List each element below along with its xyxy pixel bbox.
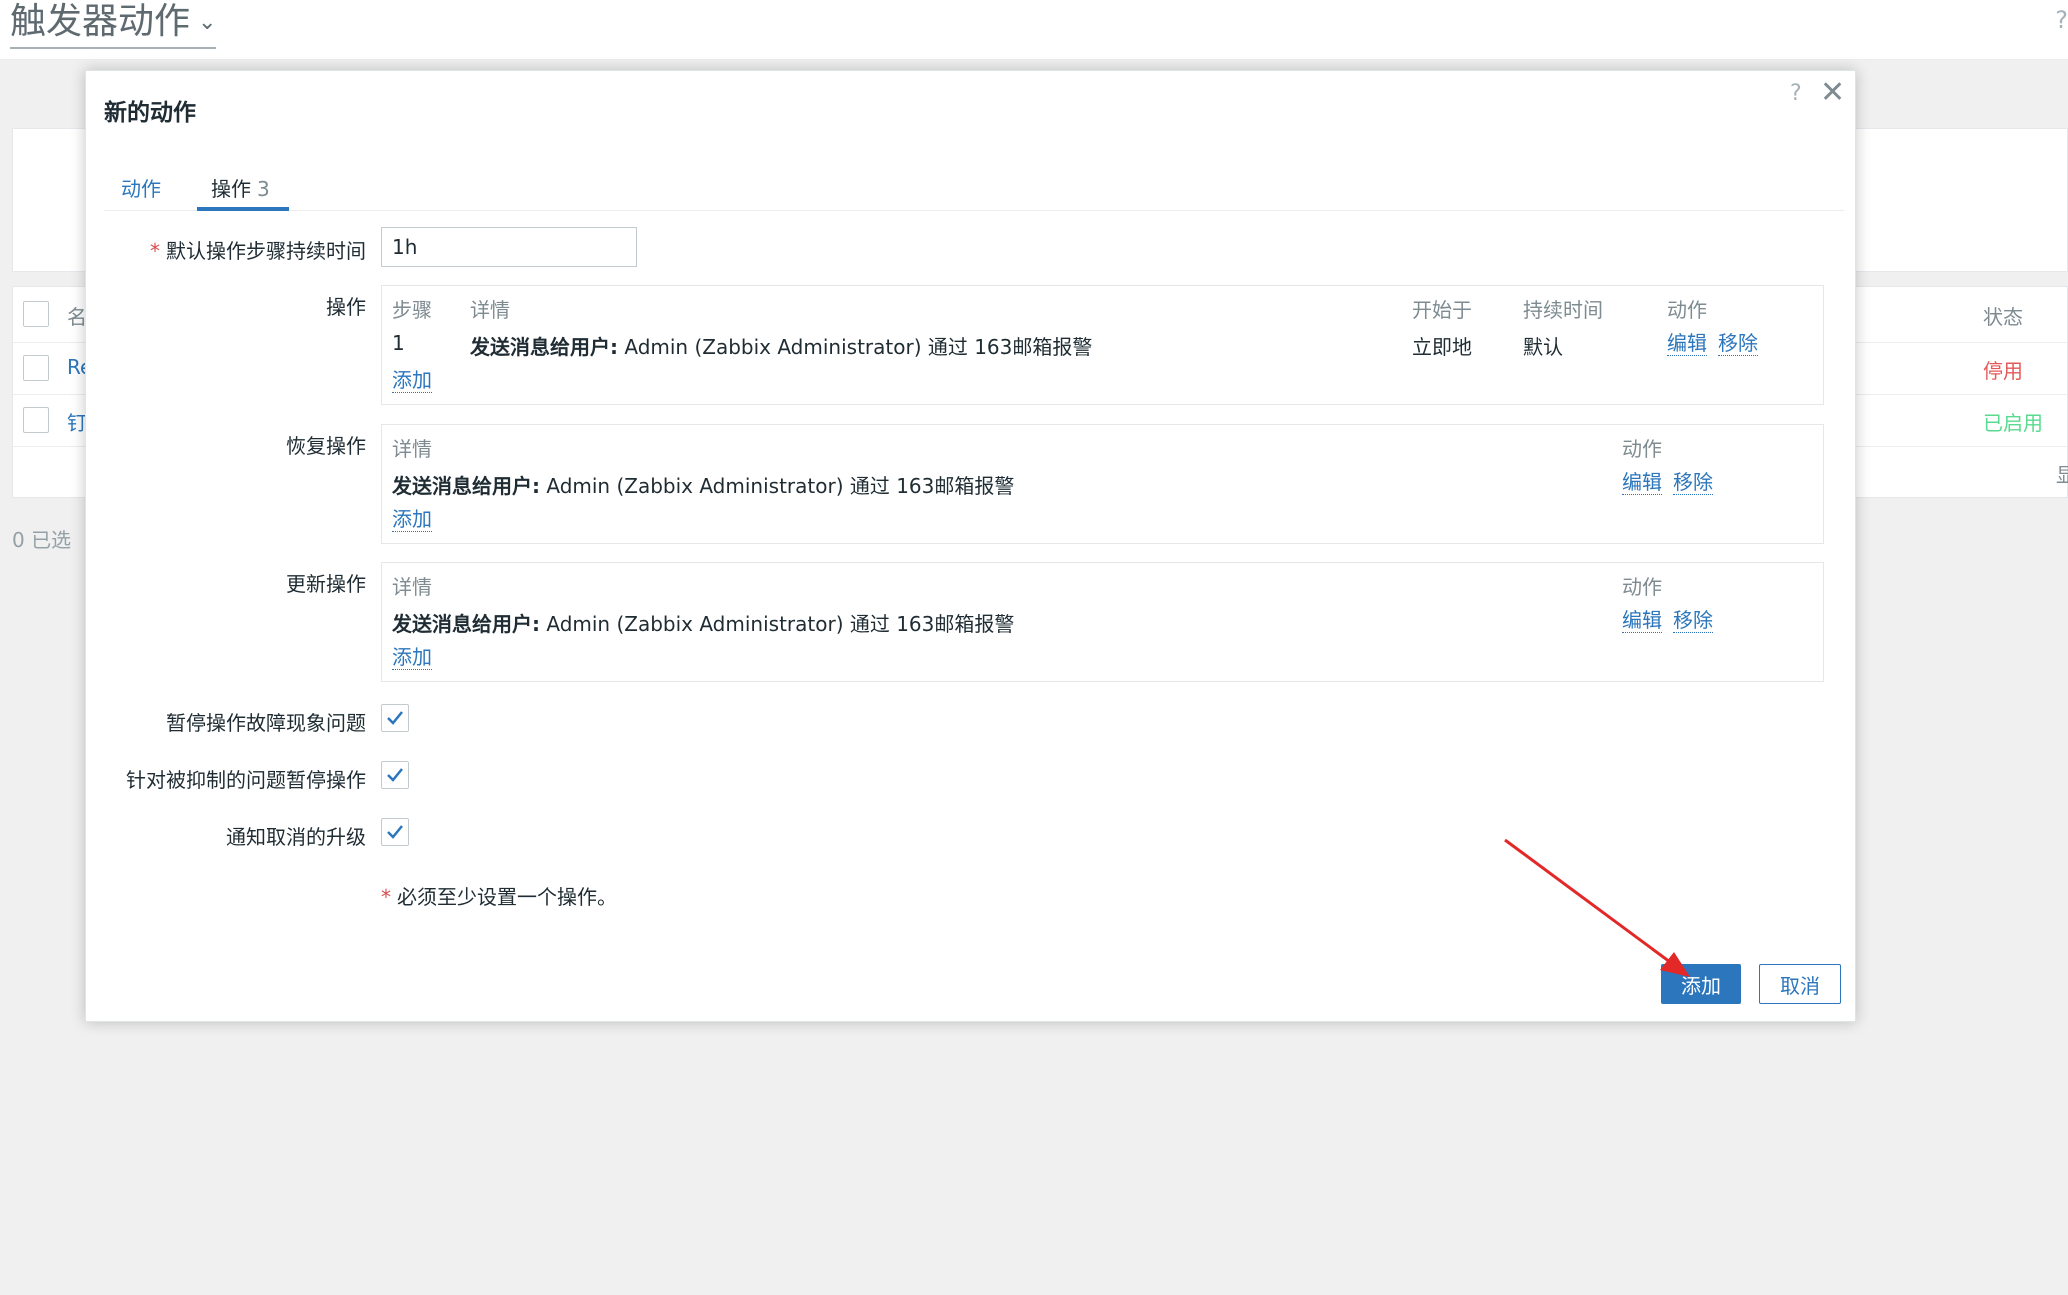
top-bar: 触发器动作 ⌄ ?: [0, 0, 2068, 60]
update-operations-table: 详情 动作 发送消息给用户: Admin (Zabbix Administrat…: [381, 562, 1824, 682]
tab-operations[interactable]: 操作 3: [197, 171, 289, 211]
row-checkbox[interactable]: [23, 355, 49, 381]
notify-cancelled-checkbox[interactable]: [381, 818, 409, 846]
help-icon[interactable]: ?: [1790, 81, 1802, 106]
header-name[interactable]: 名: [67, 301, 87, 330]
row-name-link[interactable]: 钉: [67, 407, 87, 436]
header-step: 步骤: [392, 298, 432, 322]
checkmark-icon: [387, 711, 403, 725]
update-details-text: Admin (Zabbix Administrator) 通过 163邮箱报警: [540, 612, 1015, 636]
header-status[interactable]: 状态: [1983, 301, 2023, 330]
help-icon[interactable]: ?: [2055, 6, 2068, 34]
required-note: * 必须至少设置一个操作。: [381, 881, 617, 910]
header-details: 详情: [392, 437, 432, 461]
header-start: 开始于: [1412, 298, 1472, 322]
paging-info: 显: [2056, 463, 2068, 487]
tab-action[interactable]: 动作: [121, 171, 167, 211]
new-action-dialog: 新的动作 ? ✕ 动作 操作3 *默认操作步骤持续时间 操作 步骤 详情 开始于…: [85, 70, 1856, 1022]
operations-table: 步骤 详情 开始于 持续时间 动作 1 发送消息给用户: Admin (Zabb…: [381, 285, 1824, 405]
recovery-operations-table: 详情 动作 发送消息给用户: Admin (Zabbix Administrat…: [381, 424, 1824, 544]
pause-symptoms-label: 暂停操作故障现象问题: [166, 711, 366, 735]
step-duration-label-text: 默认操作步骤持续时间: [166, 239, 366, 263]
checkmark-icon: [387, 825, 403, 839]
recovery-details: 发送消息给用户: Admin (Zabbix Administrator) 通过…: [392, 470, 1014, 499]
add-button[interactable]: 添加: [1661, 964, 1741, 1004]
op-duration-value: 默认: [1523, 335, 1563, 359]
chevron-down-icon: ⌄: [198, 10, 217, 35]
header-action: 动作: [1622, 437, 1662, 461]
tab-operations-label: 操作: [211, 177, 251, 201]
pause-suppressed-checkbox[interactable]: [381, 761, 409, 789]
row-status[interactable]: 停用: [1983, 355, 2023, 384]
update-add-link[interactable]: 添加: [392, 645, 432, 670]
op-details-text: Admin (Zabbix Administrator) 通过 163邮箱报警: [618, 335, 1093, 359]
tab-action-label: 动作: [121, 177, 161, 201]
step-duration-label: * 默认操作步骤持续时间: [86, 235, 366, 264]
header-duration: 持续时间: [1523, 298, 1603, 322]
operations-label: 操作: [326, 295, 366, 319]
op-add-link[interactable]: 添加: [392, 368, 432, 393]
op-details-bold: 发送消息给用户:: [470, 335, 618, 359]
header-details: 详情: [470, 298, 510, 322]
recovery-details-text: Admin (Zabbix Administrator) 通过 163邮箱报警: [540, 474, 1015, 498]
selected-count: 0 已选: [12, 528, 72, 552]
pause-suppressed-label: 针对被抑制的问题暂停操作: [126, 768, 366, 792]
step-duration-input[interactable]: [381, 227, 637, 267]
close-icon[interactable]: ✕: [1820, 75, 1845, 110]
recovery-operations-label: 恢复操作: [286, 434, 366, 458]
recovery-add-link[interactable]: 添加: [392, 507, 432, 532]
header-details: 详情: [392, 575, 432, 599]
header-action: 动作: [1667, 298, 1707, 322]
row-status[interactable]: 已启用: [1983, 407, 2043, 436]
op-step-value: 1: [392, 331, 405, 355]
op-details: 发送消息给用户: Admin (Zabbix Administrator) 通过…: [470, 331, 1092, 360]
page-title-text: 触发器动作: [10, 1, 191, 42]
update-details: 发送消息给用户: Admin (Zabbix Administrator) 通过…: [392, 608, 1014, 637]
op-edit-link[interactable]: 编辑: [1667, 331, 1707, 356]
dialog-tabs: 动作 操作 3: [104, 171, 1844, 211]
update-details-bold: 发送消息给用户:: [392, 612, 540, 636]
header-action: 动作: [1622, 575, 1662, 599]
tab-operations-count: 3: [257, 177, 270, 201]
notify-cancelled-label: 通知取消的升级: [226, 825, 366, 849]
pause-symptoms-checkbox[interactable]: [381, 704, 409, 732]
required-mark: *: [381, 885, 391, 909]
checkmark-icon: [387, 768, 403, 782]
dialog-title: 新的动作: [104, 100, 196, 126]
recovery-remove-link[interactable]: 移除: [1673, 470, 1713, 495]
required-mark: *: [150, 239, 160, 263]
update-remove-link[interactable]: 移除: [1673, 608, 1713, 633]
op-start-value: 立即地: [1412, 335, 1472, 359]
update-edit-link[interactable]: 编辑: [1622, 608, 1662, 633]
row-checkbox[interactable]: [23, 407, 49, 433]
recovery-details-bold: 发送消息给用户:: [392, 474, 540, 498]
cancel-button[interactable]: 取消: [1759, 964, 1841, 1004]
recovery-edit-link[interactable]: 编辑: [1622, 470, 1662, 495]
select-all-checkbox[interactable]: [23, 301, 49, 327]
op-remove-link[interactable]: 移除: [1718, 331, 1758, 356]
page-title-dropdown[interactable]: 触发器动作 ⌄: [10, 0, 217, 49]
required-note-text: 必须至少设置一个操作。: [397, 885, 617, 909]
update-operations-label: 更新操作: [286, 572, 366, 596]
